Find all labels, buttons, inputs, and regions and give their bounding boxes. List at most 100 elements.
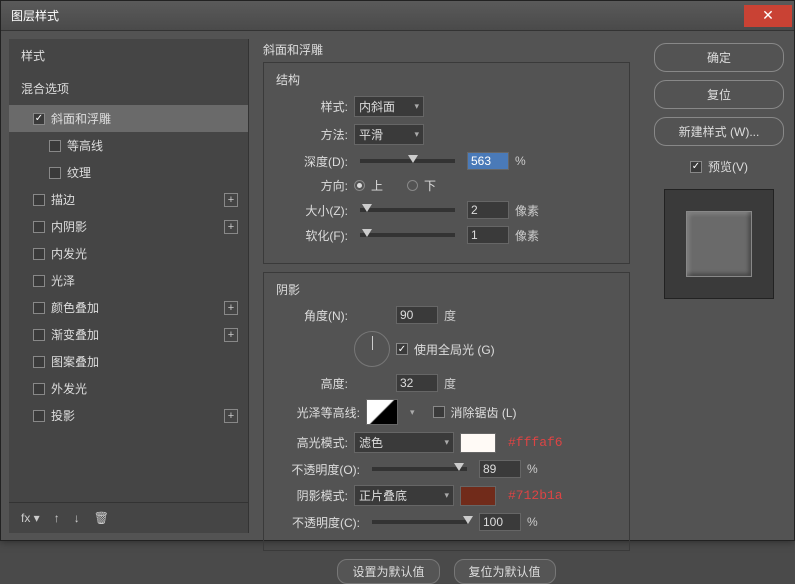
sidebar-item-label: 斜面和浮雕 bbox=[51, 110, 111, 127]
sidebar-item-11[interactable]: 投影 + bbox=[9, 402, 248, 429]
effect-checkbox[interactable] bbox=[49, 167, 61, 179]
sidebar-item-10[interactable]: 外发光 bbox=[9, 375, 248, 402]
shadow-opacity-input[interactable]: 100 bbox=[479, 513, 521, 531]
move-up-icon[interactable]: ↑ bbox=[54, 511, 60, 525]
angle-unit: 度 bbox=[444, 307, 456, 324]
add-effect-icon[interactable]: + bbox=[224, 193, 238, 207]
sidebar-item-1[interactable]: 等高线 bbox=[9, 132, 248, 159]
sidebar-item-label: 投影 bbox=[51, 407, 75, 424]
antialias-label: 消除锯齿 (L) bbox=[451, 404, 517, 421]
effect-checkbox[interactable] bbox=[33, 410, 45, 422]
highlight-opacity-slider[interactable] bbox=[372, 467, 467, 471]
shadow-mode-select[interactable]: 正片叠底▾ bbox=[354, 485, 454, 506]
technique-label: 方法: bbox=[276, 126, 348, 143]
altitude-unit: 度 bbox=[444, 375, 456, 392]
direction-down-radio[interactable] bbox=[407, 180, 418, 191]
sidebar-item-label: 内发光 bbox=[51, 245, 87, 262]
depth-slider[interactable] bbox=[360, 159, 455, 163]
effect-checkbox[interactable] bbox=[49, 140, 61, 152]
effect-checkbox[interactable] bbox=[33, 329, 45, 341]
shadow-opacity-unit: % bbox=[527, 515, 538, 529]
up-label: 上 bbox=[371, 177, 383, 194]
style-label: 样式: bbox=[276, 98, 348, 115]
make-default-button[interactable]: 设置为默认值 bbox=[337, 559, 439, 584]
sidebar-item-label: 图案叠加 bbox=[51, 353, 99, 370]
effect-checkbox[interactable] bbox=[33, 275, 45, 287]
gloss-label: 光泽等高线: bbox=[276, 404, 360, 421]
new-style-button[interactable]: 新建样式 (W)... bbox=[654, 117, 784, 146]
preview-checkbox[interactable] bbox=[690, 161, 702, 173]
add-effect-icon[interactable]: + bbox=[224, 301, 238, 315]
preview-box bbox=[664, 189, 774, 299]
window-title: 图层样式 bbox=[11, 7, 59, 24]
sidebar-item-label: 纹理 bbox=[67, 164, 91, 181]
effect-checkbox[interactable] bbox=[33, 221, 45, 233]
trash-icon[interactable]: 🗑 bbox=[94, 511, 109, 525]
size-slider[interactable] bbox=[360, 208, 455, 212]
global-light-checkbox[interactable] bbox=[396, 343, 408, 355]
effect-checkbox[interactable] bbox=[33, 302, 45, 314]
effect-checkbox[interactable] bbox=[33, 356, 45, 368]
sidebar-item-2[interactable]: 纹理 bbox=[9, 159, 248, 186]
direction-label: 方向: bbox=[276, 177, 348, 194]
fx-menu[interactable]: fx ▾ bbox=[21, 511, 40, 525]
direction-up-radio[interactable] bbox=[354, 180, 365, 191]
sidebar-item-7[interactable]: 颜色叠加 + bbox=[9, 294, 248, 321]
depth-input[interactable]: 563 bbox=[467, 152, 509, 170]
soften-input[interactable]: 1 bbox=[467, 226, 509, 244]
ok-button[interactable]: 确定 bbox=[654, 43, 784, 72]
sidebar-item-4[interactable]: 内阴影+ bbox=[9, 213, 248, 240]
add-effect-icon[interactable]: + bbox=[224, 220, 238, 234]
highlight-opacity-unit: % bbox=[527, 462, 538, 476]
sidebar-item-5[interactable]: 内发光 bbox=[9, 240, 248, 267]
effect-title: 斜面和浮雕 bbox=[263, 41, 630, 58]
sidebar-item-label: 颜色叠加 bbox=[51, 299, 99, 316]
sidebar-blend-header[interactable]: 混合选项 bbox=[9, 72, 248, 105]
style-select[interactable]: 内斜面▾ bbox=[354, 96, 424, 117]
soften-label: 软化(F): bbox=[276, 227, 348, 244]
effect-checkbox[interactable] bbox=[33, 383, 45, 395]
shadow-mode-label: 阴影模式: bbox=[276, 487, 348, 504]
angle-label: 角度(N): bbox=[276, 307, 348, 324]
sidebar-item-8[interactable]: 渐变叠加+ bbox=[9, 321, 248, 348]
gloss-dropdown-icon[interactable]: ▾ bbox=[410, 407, 415, 418]
structure-label: 结构 bbox=[276, 71, 617, 88]
highlight-mode-select[interactable]: 滤色▾ bbox=[354, 432, 454, 453]
sidebar-item-9[interactable]: 图案叠加 bbox=[9, 348, 248, 375]
highlight-color-swatch[interactable] bbox=[460, 433, 496, 453]
reset-default-button[interactable]: 复位为默认值 bbox=[454, 559, 556, 584]
sidebar-item-0[interactable]: 斜面和浮雕 bbox=[9, 105, 248, 132]
depth-unit: % bbox=[515, 154, 526, 168]
angle-input[interactable]: 90 bbox=[396, 306, 438, 324]
effect-checkbox[interactable] bbox=[33, 113, 45, 125]
sidebar-styles-header[interactable]: 样式 bbox=[9, 39, 248, 72]
layer-style-dialog: 图层样式 ✕ 样式 混合选项 斜面和浮雕等高线纹理描边+内阴影+内发光光泽颜色叠… bbox=[0, 0, 795, 541]
angle-dial[interactable] bbox=[354, 331, 390, 367]
soften-unit: 像素 bbox=[515, 227, 539, 244]
effect-checkbox[interactable] bbox=[33, 194, 45, 206]
shadow-color-swatch[interactable] bbox=[460, 486, 496, 506]
highlight-opacity-input[interactable]: 89 bbox=[479, 460, 521, 478]
shadow-opacity-slider[interactable] bbox=[372, 520, 467, 524]
altitude-input[interactable]: 32 bbox=[396, 374, 438, 392]
sidebar-item-3[interactable]: 描边+ bbox=[9, 186, 248, 213]
sidebar-item-6[interactable]: 光泽 bbox=[9, 267, 248, 294]
close-button[interactable]: ✕ bbox=[744, 5, 792, 27]
shadow-color-text: #712b1a bbox=[508, 488, 563, 503]
size-input[interactable]: 2 bbox=[467, 201, 509, 219]
right-panel: 确定 复位 新建样式 (W)... 预览(V) bbox=[644, 31, 794, 541]
highlight-color-text: #fffaf6 bbox=[508, 435, 563, 450]
antialias-checkbox[interactable] bbox=[433, 406, 445, 418]
add-effect-icon[interactable]: + bbox=[224, 328, 238, 342]
altitude-label: 高度: bbox=[276, 375, 348, 392]
highlight-opacity-label: 不透明度(O): bbox=[276, 461, 360, 478]
add-effect-icon[interactable]: + bbox=[224, 409, 238, 423]
move-down-icon[interactable]: ↓ bbox=[74, 511, 80, 525]
cancel-button[interactable]: 复位 bbox=[654, 80, 784, 109]
shadow-opacity-label: 不透明度(C): bbox=[276, 514, 360, 531]
technique-select[interactable]: 平滑▾ bbox=[354, 124, 424, 145]
sidebar-item-label: 外发光 bbox=[51, 380, 87, 397]
gloss-contour[interactable] bbox=[366, 399, 398, 425]
soften-slider[interactable] bbox=[360, 233, 455, 237]
effect-checkbox[interactable] bbox=[33, 248, 45, 260]
